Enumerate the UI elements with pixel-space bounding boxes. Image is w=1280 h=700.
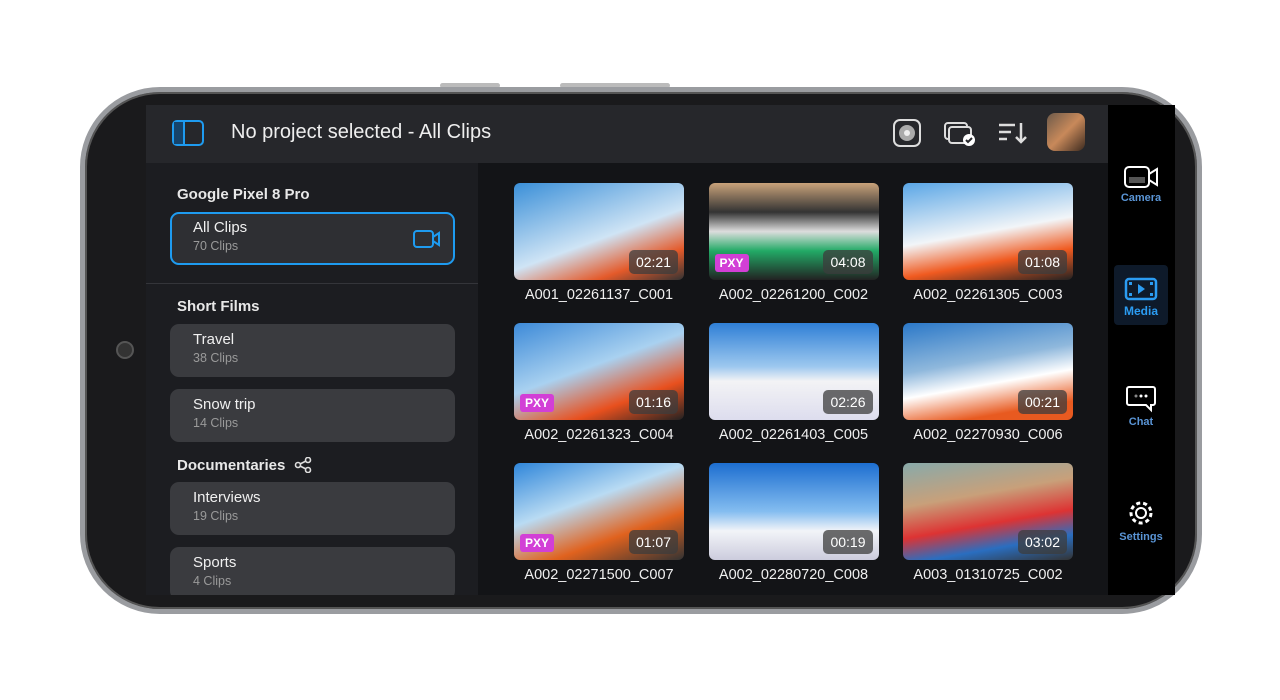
clip-name[interactable]: A002_02271500_C007 bbox=[504, 567, 694, 583]
device-heading: Google Pixel 8 Pro bbox=[177, 186, 310, 203]
top-bar: No project selected - All Clips bbox=[146, 105, 1108, 163]
item-name: Sports bbox=[193, 554, 237, 571]
share-icon[interactable] bbox=[294, 456, 312, 474]
nav-camera[interactable]: Camera bbox=[1114, 165, 1168, 215]
item-name: Snow trip bbox=[193, 396, 256, 413]
media-icon bbox=[1124, 277, 1158, 301]
clip-name[interactable]: A002_02280720_C008 bbox=[699, 567, 889, 583]
aperture-icon[interactable] bbox=[891, 117, 923, 149]
clip-duration: 01:08 bbox=[1017, 250, 1067, 274]
clip-name[interactable]: A002_02261305_C003 bbox=[893, 287, 1083, 303]
sidebar-item-all-clips[interactable]: All Clips 70 Clips bbox=[170, 212, 455, 265]
clip-thumbnail[interactable]: 02:26 bbox=[708, 323, 879, 420]
sidebar-item-snow-trip[interactable]: Snow trip 14 Clips bbox=[170, 389, 455, 442]
item-count: 4 Clips bbox=[193, 574, 232, 588]
nav-media[interactable]: Media bbox=[1114, 265, 1168, 325]
avatar[interactable] bbox=[1047, 113, 1085, 151]
clip-name[interactable]: A002_02270930_C006 bbox=[893, 427, 1083, 443]
clip-duration: 04:08 bbox=[823, 250, 873, 274]
proxy-badge: PXY bbox=[714, 254, 749, 272]
clip-thumbnail[interactable]: PXY 01:07 bbox=[514, 463, 684, 560]
project-heading: Short Films bbox=[177, 298, 260, 315]
settings-icon bbox=[1129, 501, 1153, 525]
clip-name[interactable]: A002_02261403_C005 bbox=[699, 427, 889, 443]
clip-name[interactable]: A002_02261200_C002 bbox=[699, 287, 889, 303]
project-heading: Documentaries bbox=[177, 456, 312, 474]
project-title: Documentaries bbox=[177, 457, 286, 474]
clip-name[interactable]: A003_01310725_C002 bbox=[893, 567, 1083, 583]
clip-thumbnail[interactable]: 00:19 bbox=[708, 463, 879, 560]
clip-duration: 00:19 bbox=[823, 530, 873, 554]
clip-thumbnail[interactable]: 02:21 bbox=[514, 183, 684, 280]
sidebar-item-interviews[interactable]: Interviews 19 Clips bbox=[170, 482, 455, 535]
sort-icon[interactable] bbox=[996, 117, 1028, 149]
clip-thumbnail[interactable]: 00:21 bbox=[903, 323, 1073, 420]
item-count: 38 Clips bbox=[193, 351, 239, 365]
page-title: No project selected - All Clips bbox=[231, 121, 492, 143]
clip-select-icon[interactable] bbox=[943, 117, 975, 149]
clip-duration: 02:26 bbox=[823, 390, 873, 414]
nav-chat[interactable]: Chat bbox=[1114, 385, 1168, 435]
nav-label: Settings bbox=[1119, 531, 1163, 543]
clip-duration: 00:21 bbox=[1017, 390, 1067, 414]
chat-icon bbox=[1126, 386, 1156, 413]
clip-name[interactable]: A002_02261323_C004 bbox=[504, 427, 694, 443]
proxy-badge: PXY bbox=[520, 534, 555, 552]
nav-settings[interactable]: Settings bbox=[1114, 498, 1168, 548]
sidebar-item-travel[interactable]: Travel 38 Clips bbox=[170, 324, 455, 377]
sidebar-toggle-icon[interactable] bbox=[172, 117, 204, 149]
sidebar: Google Pixel 8 Pro All Clips 70 Clips Sh… bbox=[146, 163, 478, 595]
item-name: Interviews bbox=[193, 489, 261, 506]
clip-thumbnail[interactable]: 01:08 bbox=[903, 183, 1073, 280]
clip-name[interactable]: A001_02261137_C001 bbox=[504, 287, 694, 303]
nav-label: Chat bbox=[1128, 416, 1154, 428]
item-count: 14 Clips bbox=[193, 416, 239, 430]
proxy-badge: PXY bbox=[520, 394, 555, 412]
clip-duration: 01:07 bbox=[628, 530, 678, 554]
nav-rail: Camera Media Chat Settings bbox=[1108, 105, 1175, 595]
clip-grid: 02:21 A001_02261137_C001 PXY 04:08 A002_0226… bbox=[478, 163, 1108, 595]
clip-duration: 03:02 bbox=[1017, 530, 1067, 554]
camera-icon bbox=[1124, 166, 1158, 188]
video-camera-icon bbox=[413, 230, 440, 248]
item-name: Travel bbox=[193, 331, 235, 348]
item-count: 19 Clips bbox=[193, 509, 239, 523]
clip-thumbnail[interactable]: PXY 04:08 bbox=[708, 183, 879, 280]
clip-duration: 01:16 bbox=[628, 390, 678, 414]
sidebar-item-sports[interactable]: Sports 4 Clips bbox=[170, 547, 455, 595]
front-camera bbox=[116, 341, 134, 359]
divider bbox=[146, 283, 478, 284]
nav-label: Media bbox=[1123, 304, 1158, 318]
app-screen: No project selected - All Clips Google P… bbox=[146, 105, 1175, 595]
clip-thumbnail[interactable]: PXY 01:16 bbox=[514, 323, 684, 420]
clip-thumbnail[interactable]: 03:02 bbox=[903, 463, 1073, 560]
nav-label: Camera bbox=[1120, 192, 1162, 204]
clip-duration: 02:21 bbox=[628, 250, 678, 274]
